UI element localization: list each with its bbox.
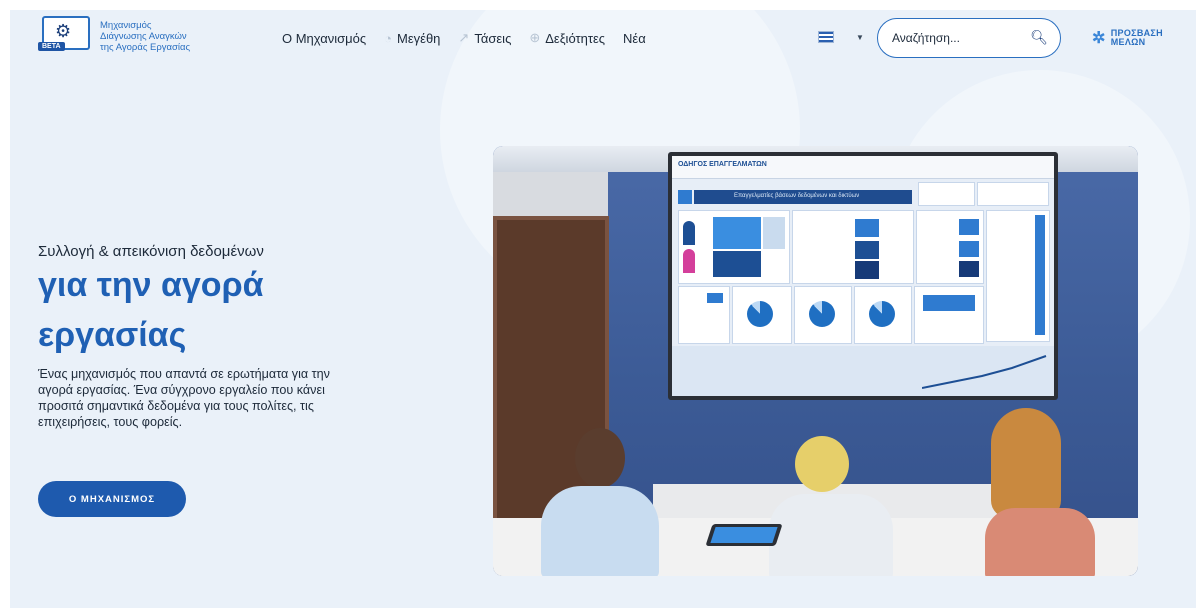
hero-title-line: για την αγορά — [38, 266, 264, 304]
logo-mark: ⚙ BETA — [38, 16, 94, 56]
dashboard-card — [918, 182, 975, 206]
search-input[interactable] — [890, 30, 1024, 46]
dashboard-panel — [732, 286, 792, 344]
person-shirt — [541, 486, 659, 576]
pie-chart — [869, 301, 895, 327]
nav-item-news[interactable]: Νέα — [623, 31, 646, 46]
members-icon: ✲ — [1092, 29, 1106, 47]
search-icon[interactable]: 🔍︎ — [1030, 29, 1048, 46]
skills-globe-icon: ⊕ — [529, 30, 541, 45]
hero-subtitle: Συλλογή & απεικόνιση δεδομένων — [38, 243, 264, 260]
dashboard-screen: ΟΔΗΓΟΣ ΕΠΑΓΓΕΛΜΑΤΩΝ Επαγγελματίες βάσεων… — [668, 152, 1058, 400]
pie-chart — [809, 301, 835, 327]
logo-line: της Αγοράς Εργασίας — [100, 41, 191, 53]
bar-cell — [855, 241, 879, 259]
nav-item-label: Νέα — [623, 30, 646, 46]
list-bar — [1035, 215, 1045, 335]
dashboard-list — [986, 210, 1050, 342]
search-box: 🔍︎ — [877, 18, 1061, 58]
person-shirt — [769, 494, 893, 576]
pie-chart-icon: ◔ — [384, 30, 393, 46]
chevron-down-icon: ▼ — [856, 32, 864, 42]
dashboard-panel — [678, 286, 730, 344]
bar-cell — [959, 241, 979, 257]
bar-cell — [923, 295, 975, 311]
dashboard-tag — [678, 190, 692, 204]
logo-line: Διάγνωσης Αναγκών — [100, 30, 187, 42]
nav-item-label: Ο Μηχανισμός — [282, 30, 367, 46]
dashboard-card — [977, 182, 1049, 206]
treemap-cell — [713, 251, 761, 277]
bar-cell — [959, 261, 979, 277]
page-background: ⚙ BETA Μηχανισμός Διάγνωσης Αναγκών της … — [10, 10, 1196, 608]
greek-flag-icon — [818, 31, 834, 43]
bar-cell — [707, 293, 723, 303]
language-selector[interactable]: ▼ — [818, 31, 864, 43]
logo-text: Μηχανισμός Διάγνωσης Αναγκών της Αγοράς … — [100, 20, 200, 53]
mechanism-cta-button[interactable]: Ο ΜΗΧΑΝΙΣΜΟΣ — [38, 481, 186, 517]
tablet-screen — [710, 527, 778, 543]
dashboard-panel — [792, 210, 914, 284]
logo-line: Μηχανισμός — [100, 19, 152, 31]
dashboard-panel — [914, 286, 984, 344]
site-logo[interactable]: ⚙ BETA Μηχανισμός Διάγνωσης Αναγκών της … — [38, 16, 200, 56]
dashboard-panel — [678, 210, 790, 284]
dashboard-panel — [916, 210, 984, 284]
photo-tablet — [705, 524, 783, 546]
dashboard-band-text: Επαγγελματίες βάσεων δεδομένων και δικτύ… — [734, 193, 860, 199]
members-label-line: ΜΕΛΩΝ — [1110, 37, 1146, 47]
members-access-link[interactable]: ✲ ΠΡΟΣΒΑΣΗ ΜΕΛΩΝ — [1092, 29, 1163, 47]
nav-item-label: Τάσεις — [474, 30, 512, 46]
person-head — [575, 428, 625, 488]
main-nav: Ο Μηχανισμός ◔ Μεγέθη ↗ Τάσεις ⊕ Δεξιότη… — [282, 30, 646, 46]
dashboard-header: ΟΔΗΓΟΣ ΕΠΑΓΓΕΛΜΑΤΩΝ — [672, 156, 1054, 179]
beta-badge: BETA — [38, 42, 65, 51]
figure-icon — [683, 221, 695, 245]
trend-line — [922, 355, 1047, 389]
bar-cell — [959, 219, 979, 235]
hero-photo: ΟΔΗΓΟΣ ΕΠΑΓΓΕΛΜΑΤΩΝ Επαγγελματίες βάσεων… — [493, 146, 1138, 576]
dashboard-display: ΟΔΗΓΟΣ ΕΠΑΓΓΕΛΜΑΤΩΝ Επαγγελματίες βάσεων… — [672, 156, 1054, 396]
hero-title-line: εργασίας — [38, 316, 187, 354]
nav-item-mechanism[interactable]: Ο Μηχανισμός — [282, 31, 366, 46]
hero-title: για την αγορά εργασίας — [38, 260, 358, 360]
nav-item-sizes[interactable]: ◔ Μεγέθη — [384, 31, 440, 46]
dashboard-title: ΟΔΗΓΟΣ ΕΠΑΓΓΕΛΜΑΤΩΝ — [678, 161, 767, 168]
nav-item-label: Μεγέθη — [397, 30, 441, 46]
treemap-cell — [763, 217, 785, 249]
bar-cell — [855, 219, 879, 237]
pie-chart — [747, 301, 773, 327]
dashboard-panel — [794, 286, 852, 344]
gear-icon: ⚙ — [55, 21, 72, 41]
bar-cell — [855, 261, 879, 279]
nav-item-label: Δεξιότητες — [545, 30, 606, 46]
members-label: ΠΡΟΣΒΑΣΗ ΜΕΛΩΝ — [1111, 29, 1163, 47]
nav-item-skills[interactable]: ⊕ Δεξιότητες — [529, 30, 605, 46]
hero-description: Ένας μηχανισμός που απαντά σε ερωτήματα … — [38, 367, 330, 429]
dashboard-band: Επαγγελματίες βάσεων δεδομένων και δικτύ… — [694, 190, 912, 204]
person-right — [955, 408, 1105, 576]
treemap-cell — [713, 217, 761, 249]
person-head — [795, 436, 849, 492]
person-center — [751, 428, 901, 576]
person-left — [513, 428, 663, 576]
figure-icon — [683, 249, 695, 273]
nav-item-trends[interactable]: ↗ Τάσεις — [458, 30, 511, 46]
person-hair — [991, 408, 1061, 518]
trend-line-icon: ↗ — [458, 30, 470, 45]
dashboard-panel — [854, 286, 912, 344]
person-shirt — [985, 508, 1095, 576]
